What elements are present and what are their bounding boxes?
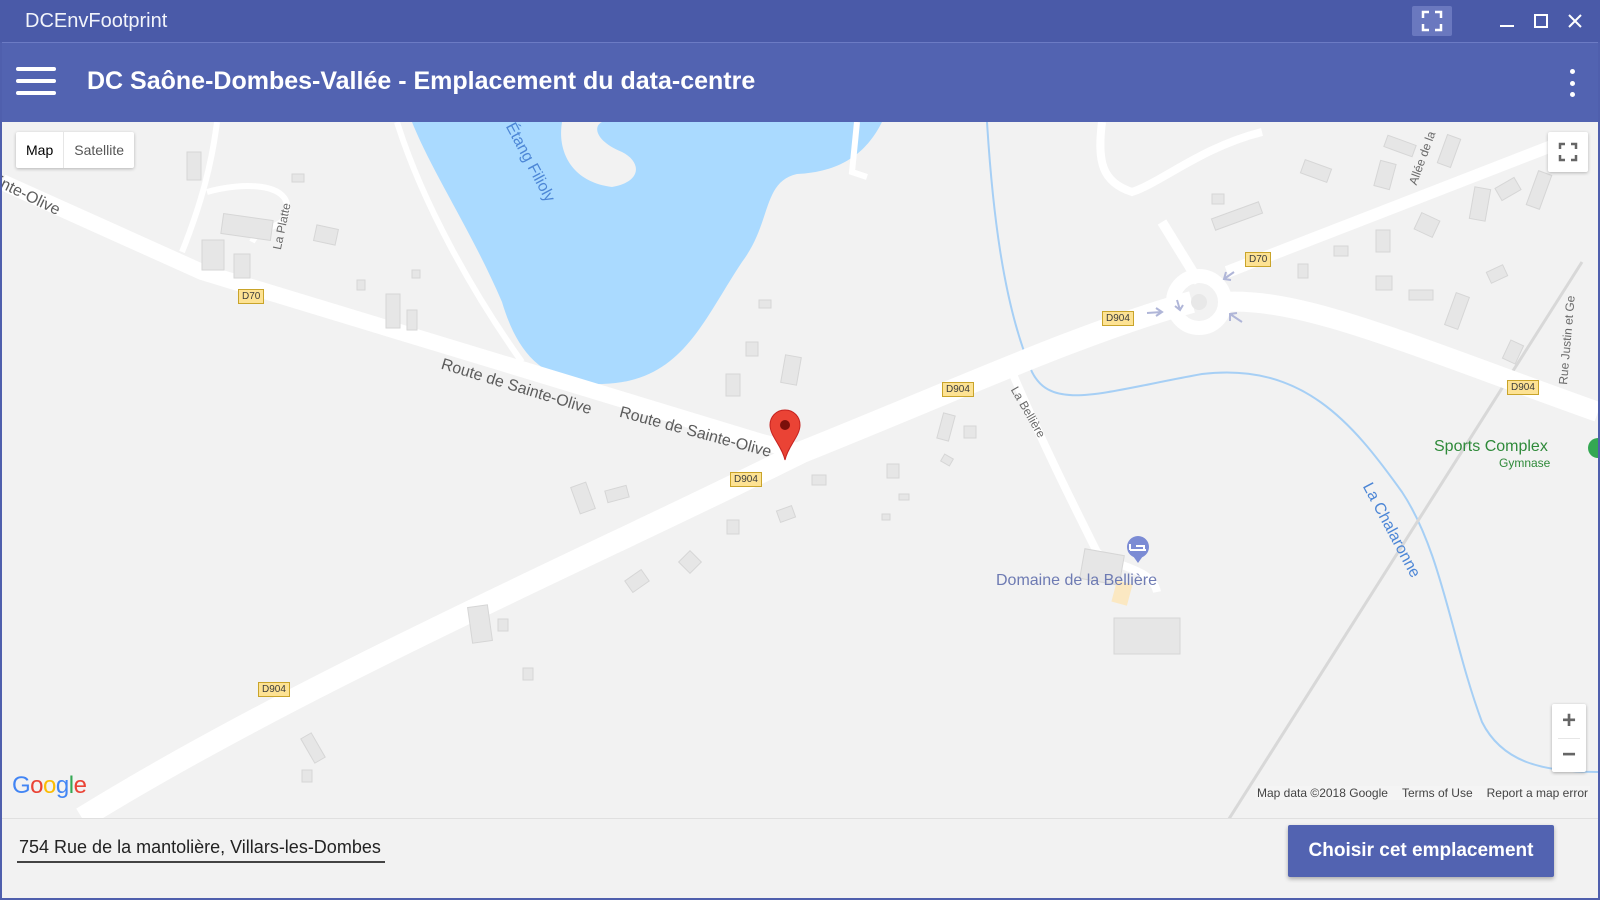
- poi-label[interactable]: Domaine de la Bellière: [996, 572, 1157, 590]
- road-d70-east: [1224, 136, 1565, 278]
- lake: [412, 122, 882, 384]
- map-attribution: Map data ©2018 Google Terms of Use Repor…: [1255, 786, 1590, 800]
- zoom-out-button[interactable]: −: [1552, 738, 1586, 772]
- minimize-icon: [1500, 25, 1514, 27]
- map-type-map-button[interactable]: Map: [16, 132, 65, 168]
- map-canvas: [2, 122, 1598, 818]
- report-error-link[interactable]: Report a map error: [1487, 786, 1588, 800]
- lodging-marker-icon: [1127, 536, 1149, 563]
- minimize-button[interactable]: [1492, 6, 1522, 36]
- zoom-in-button[interactable]: +: [1552, 704, 1586, 738]
- road-platte: [179, 122, 220, 254]
- app-window: DCEnvFootprint DC Saône-Dombes-Vallée - …: [0, 0, 1600, 900]
- road-d904: [76, 291, 1195, 818]
- road-d904-east: [1221, 291, 1598, 422]
- map-fullscreen-button[interactable]: [1548, 132, 1588, 172]
- route-shield: D904: [942, 382, 974, 397]
- route-shield: D904: [730, 472, 762, 487]
- road-minor: [1096, 122, 1263, 197]
- map-data-credit: Map data ©2018 Google: [1257, 786, 1388, 800]
- fullscreen-icon: [1421, 10, 1443, 32]
- app-bar: DC Saône-Dombes-Vallée - Emplacement du …: [2, 42, 1598, 122]
- maximize-button[interactable]: [1526, 6, 1556, 36]
- map-type-satellite-button[interactable]: Satellite: [64, 132, 134, 168]
- route-shield: D904: [1507, 380, 1539, 395]
- choose-location-button[interactable]: Choisir cet emplacement: [1288, 825, 1554, 877]
- title-bar: DCEnvFootprint: [0, 0, 1600, 42]
- poi-sublabel: Gymnase: [1499, 456, 1551, 470]
- hamburger-icon[interactable]: [16, 67, 58, 97]
- close-icon: [1568, 14, 1582, 28]
- route-shield: D904: [1102, 311, 1134, 326]
- road-minor: [1157, 219, 1204, 285]
- bottom-bar: Choisir cet emplacement: [2, 818, 1598, 898]
- poi-label[interactable]: Sports Complex: [1434, 438, 1548, 456]
- fullscreen-button[interactable]: [1412, 6, 1452, 36]
- address-field[interactable]: [17, 831, 385, 863]
- close-button[interactable]: [1560, 6, 1590, 36]
- zoom-control: + −: [1552, 704, 1586, 772]
- map-view[interactable]: inte-Olive Route de Sainte-Olive Route d…: [2, 122, 1598, 818]
- map-type-control: Map Satellite: [16, 132, 135, 168]
- window-title: DCEnvFootprint: [25, 10, 168, 32]
- sports-marker-icon: [1588, 438, 1598, 458]
- more-vert-icon[interactable]: [1564, 69, 1580, 97]
- maximize-icon: [1534, 14, 1548, 28]
- fullscreen-icon: [1558, 142, 1578, 162]
- route-shield: D70: [1245, 252, 1272, 267]
- terms-link[interactable]: Terms of Use: [1402, 786, 1473, 800]
- page-title: DC Saône-Dombes-Vallée - Emplacement du …: [87, 67, 756, 95]
- google-logo[interactable]: Google: [12, 772, 87, 800]
- roundabout-center: [1191, 294, 1207, 310]
- map-pin-icon[interactable]: [768, 408, 802, 462]
- route-shield: D70: [238, 289, 265, 304]
- route-shield: D904: [258, 682, 290, 697]
